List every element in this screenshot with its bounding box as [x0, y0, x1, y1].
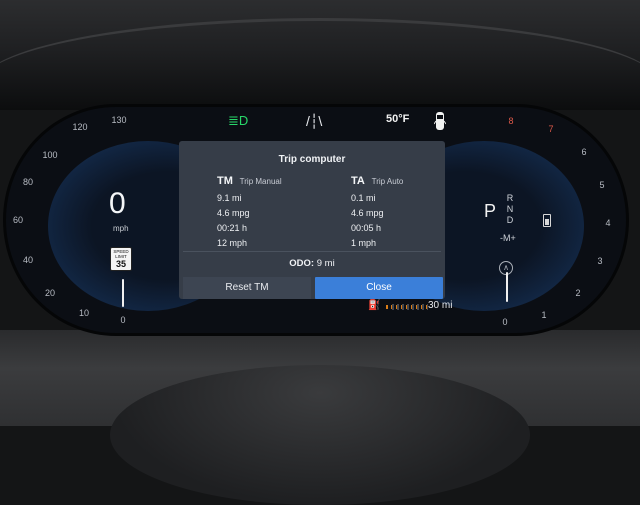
- trip-manual-time: 00:21 h: [217, 223, 248, 233]
- gear-option: D: [506, 215, 514, 225]
- speed-tick-label: 20: [44, 288, 56, 298]
- speed-tick-label: 40: [22, 255, 34, 265]
- trip-auto-column: TA Trip Auto 0.1 mi 4.6 mpg 00:05 h 1 mp…: [351, 175, 445, 251]
- trip-auto-consumption: 4.6 mpg: [351, 208, 384, 218]
- speed-unit: mph: [113, 224, 129, 233]
- fuel-range-value: 30 mi: [428, 300, 453, 311]
- gear-selected: P: [484, 201, 497, 221]
- lane-assist-road-icon: /┆\: [306, 113, 323, 129]
- rpm-tick-label: 0: [502, 317, 508, 327]
- trip-manual-avg-speed: 12 mph: [217, 238, 248, 248]
- trip-manual-consumption: 4.6 mpg: [217, 208, 250, 218]
- rpm-tick-label: 3: [597, 256, 603, 266]
- trip-computer-dialog: Trip computer TM Trip Manual 9.1 mi 4.6 …: [179, 141, 445, 299]
- rpm-tick-label: 8: [508, 116, 514, 126]
- indicator-bar: ≣D /┆\ 50°F: [226, 107, 466, 137]
- speedometer-needle: [122, 279, 124, 307]
- trip-manual-header: TM Trip Manual: [217, 175, 337, 187]
- dashboard-hood: [0, 0, 640, 110]
- speed-tick-label: 120: [72, 122, 88, 132]
- fuel-range: ⛽ 30 mi: [368, 300, 458, 314]
- trip-auto-distance: 0.1 mi: [351, 193, 376, 203]
- trip-auto-header: TA Trip Auto: [351, 175, 445, 187]
- gear-options: R N D: [504, 193, 516, 226]
- speed-tick-label: 10: [78, 308, 90, 318]
- current-speed: 0: [109, 187, 126, 220]
- trip-auto-time: 00:05 h: [351, 223, 382, 233]
- dialog-divider: [183, 251, 441, 252]
- trip-manual-code: TM: [217, 175, 233, 187]
- speed-limit-label: SPEED LIMIT: [113, 249, 129, 259]
- rpm-tick-label: 5: [599, 180, 605, 190]
- speed-limit-sign: SPEED LIMIT 35: [110, 247, 132, 271]
- dialog-title: Trip computer: [278, 154, 346, 165]
- rpm-tick-label: 7: [548, 124, 554, 134]
- speed-tick-label: 80: [22, 177, 34, 187]
- trip-manual-label: Trip Manual: [239, 177, 282, 186]
- manual-mode-indicator: -M+: [500, 233, 516, 243]
- trip-auto-avg-speed: 1 mph: [351, 238, 377, 248]
- tachometer-needle: [506, 272, 508, 302]
- reset-tm-button[interactable]: Reset TM: [183, 277, 311, 299]
- battery-icon: [543, 214, 551, 227]
- outside-temperature: 50°F: [386, 113, 410, 125]
- rpm-tick-label: 1: [541, 310, 547, 320]
- gear-option: R: [506, 193, 514, 203]
- odometer: ODO: 9 mi: [179, 258, 445, 269]
- odometer-label: ODO:: [289, 258, 315, 269]
- trip-manual-column: TM Trip Manual 9.1 mi 4.6 mpg 00:21 h 12…: [217, 175, 337, 251]
- instrument-cluster: 0 10 20 40 60 80 100 120 130 0 1 2 3 4 5 6 7 8 ≣D /┆\ 50…: [6, 107, 626, 333]
- steering-wheel: [110, 365, 530, 505]
- speed-limit-value: 35: [115, 259, 126, 269]
- speed-tick-label: 100: [42, 150, 58, 160]
- car-doors-icon: [434, 112, 446, 130]
- low-beam-headlights-icon: ≣D: [228, 113, 249, 128]
- trip-auto-code: TA: [351, 175, 365, 187]
- rpm-tick-label: 4: [605, 218, 611, 228]
- fuel-pump-icon: ⛽: [368, 300, 381, 311]
- speed-tick-label: 0: [120, 315, 126, 325]
- rpm-tick-label: 6: [581, 147, 587, 157]
- speed-tick-label: 130: [111, 115, 127, 125]
- trip-manual-distance: 9.1 mi: [217, 193, 242, 203]
- odometer-value: 9 mi: [316, 258, 335, 269]
- close-button[interactable]: Close: [315, 277, 443, 299]
- rpm-tick-label: 2: [575, 288, 581, 298]
- fuel-level-bar: [386, 304, 430, 310]
- trip-auto-label: Trip Auto: [371, 177, 404, 186]
- speed-tick-label: 60: [12, 215, 24, 225]
- gear-option: N: [506, 204, 514, 214]
